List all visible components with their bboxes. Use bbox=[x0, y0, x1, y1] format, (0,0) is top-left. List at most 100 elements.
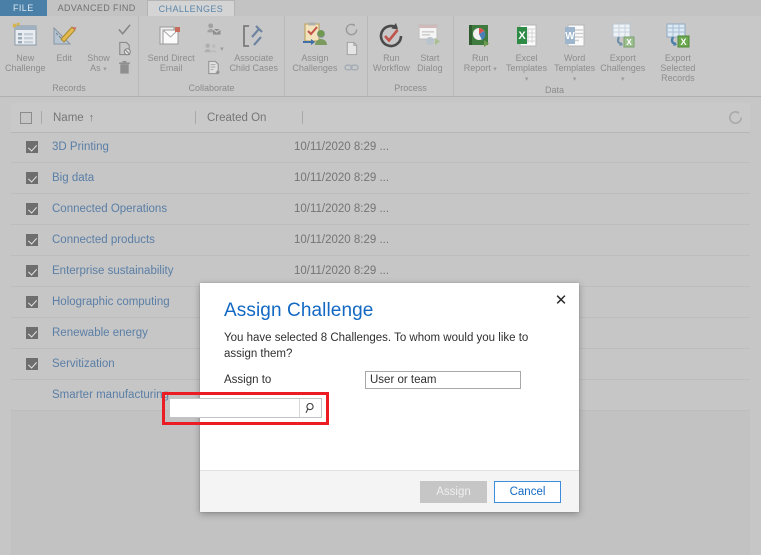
lookup-highlight-annotation bbox=[162, 392, 329, 425]
ribbon-tab-bar: FILE ADVANCED FIND CHALLENGES bbox=[0, 0, 761, 16]
ribbon-button-label: Send Direct Email bbox=[147, 53, 195, 73]
ribbon-button-edit[interactable]: Edit bbox=[47, 19, 82, 63]
link-icon[interactable] bbox=[344, 60, 360, 75]
share-people-icon[interactable] bbox=[203, 41, 218, 56]
export-selected-records-icon: X bbox=[666, 23, 690, 48]
tab-advanced-find[interactable]: ADVANCED FIND bbox=[46, 0, 147, 16]
ribbon-button-label: Start Dialog bbox=[417, 53, 443, 73]
svg-text:X: X bbox=[518, 30, 526, 42]
row-checkbox[interactable] bbox=[11, 358, 52, 370]
refresh-circle-icon[interactable] bbox=[344, 22, 359, 37]
row-created-on: 10/11/2020 8:29 ... bbox=[294, 265, 390, 277]
ribbon-button-show-as[interactable]: Show As ▾ bbox=[82, 19, 116, 75]
document-icon[interactable] bbox=[344, 41, 359, 56]
new-record-icon bbox=[12, 22, 37, 46]
start-dialog-icon bbox=[418, 24, 440, 45]
records-small-commands bbox=[115, 19, 134, 75]
ribbon-button-send-direct-email[interactable]: Send Direct Email bbox=[143, 19, 199, 73]
ribbon-button-assign-challenges[interactable]: Assign Challenges bbox=[289, 19, 341, 73]
checkbox-glyph bbox=[25, 141, 38, 153]
table-row[interactable]: 3D Printing 10/11/2020 8:29 ... bbox=[11, 132, 750, 163]
row-name-link[interactable]: Connected products bbox=[52, 234, 294, 246]
ribbon-button-export-challenges[interactable]: X Export Challenges ▾ bbox=[599, 19, 647, 85]
ribbon-button-label: Run Workflow bbox=[373, 53, 410, 73]
row-checkbox[interactable] bbox=[11, 265, 52, 277]
ribbon-button-label: Excel Templates ▾ bbox=[506, 53, 548, 83]
ribbon-button-start-dialog[interactable]: Start Dialog bbox=[411, 19, 449, 73]
row-name-link[interactable]: Enterprise sustainability bbox=[52, 265, 294, 277]
select-all-checkbox[interactable] bbox=[11, 103, 41, 132]
send-direct-email-icon bbox=[159, 26, 181, 45]
chevron-down-icon[interactable]: ▾ bbox=[621, 76, 625, 83]
row-checkbox[interactable] bbox=[11, 389, 52, 401]
grid-column-name[interactable]: Name ↑ bbox=[42, 103, 195, 132]
row-name-link[interactable]: 3D Printing bbox=[52, 141, 294, 153]
ribbon-group-collaborate: Send Direct Email ▾ Associate Child Case… bbox=[139, 16, 285, 96]
assign-challenges-icon bbox=[302, 22, 327, 45]
assign-button[interactable]: Assign bbox=[420, 480, 487, 503]
checkbox-glyph bbox=[20, 111, 32, 124]
row-name-link[interactable]: Connected Operations bbox=[52, 203, 294, 215]
ribbon-button-label: Run Report ▾ bbox=[463, 53, 497, 73]
row-created-on: 10/11/2020 8:29 ... bbox=[294, 234, 390, 246]
row-checkbox[interactable] bbox=[11, 327, 52, 339]
ribbon-group-label: Process bbox=[394, 83, 427, 93]
row-created-on: 10/11/2020 8:29 ... bbox=[294, 203, 390, 215]
ribbon-button-export-selected-records[interactable]: X Export Selected Records bbox=[647, 19, 709, 83]
ribbon-group-label: Collaborate bbox=[188, 83, 235, 93]
row-checkbox[interactable] bbox=[11, 141, 52, 153]
ribbon-button-label: Word Templates ▾ bbox=[554, 53, 596, 83]
assign-person-mail-icon[interactable] bbox=[206, 22, 221, 37]
ribbon-button-run-report[interactable]: Run Report ▾ bbox=[458, 19, 503, 75]
ribbon-button-label: New Challenge bbox=[5, 53, 46, 73]
edit-pencil-ruler-icon bbox=[53, 26, 77, 45]
grid-column-created-on[interactable]: Created On bbox=[196, 103, 302, 132]
row-created-on: 10/11/2020 8:29 ... bbox=[294, 172, 390, 184]
ribbon-button-label: Show As ▾ bbox=[87, 53, 110, 73]
ribbon-group-records: New Challenge Edit Show As ▾ Records bbox=[0, 16, 139, 96]
chevron-down-icon: ▾ bbox=[103, 66, 107, 73]
assign-to-select[interactable]: User or team bbox=[365, 371, 521, 389]
excel-template-icon: X bbox=[516, 24, 537, 47]
row-checkbox[interactable] bbox=[11, 296, 52, 308]
ribbon-button-label: Edit bbox=[56, 53, 72, 63]
application-window: user ora FILE ADVANCED FIND CHALLENGES bbox=[0, 0, 761, 555]
table-row[interactable]: Connected Operations 10/11/2020 8:29 ... bbox=[11, 194, 750, 225]
assign-to-row: Assign to User or team bbox=[224, 371, 521, 389]
ribbon-button-run-workflow[interactable]: Run Workflow bbox=[372, 19, 411, 73]
check-icon[interactable] bbox=[117, 22, 132, 37]
ribbon-group-assign: Assign Challenges bbox=[285, 16, 368, 96]
row-name-link[interactable]: Big data bbox=[52, 172, 294, 184]
add-note-icon[interactable] bbox=[206, 60, 221, 75]
sort-ascending-icon: ↑ bbox=[88, 111, 95, 124]
tab-file[interactable]: FILE bbox=[0, 0, 47, 16]
ribbon-button-new-challenge[interactable]: New Challenge bbox=[4, 19, 47, 73]
ribbon-button-excel-templates[interactable]: X Excel Templates ▾ bbox=[503, 19, 551, 85]
ribbon-group-process: Run Workflow Start Dialog Process bbox=[368, 16, 454, 96]
chevron-down-icon[interactable]: ▾ bbox=[525, 76, 529, 83]
row-checkbox[interactable] bbox=[11, 234, 52, 246]
ribbon-group-label: Records bbox=[52, 83, 86, 93]
deactivate-document-icon[interactable] bbox=[117, 41, 132, 56]
chevron-down-icon[interactable]: ▾ bbox=[220, 45, 224, 53]
ribbon-button-associate-child-cases[interactable]: Associate Child Cases bbox=[227, 19, 280, 73]
ribbon-button-word-templates[interactable]: W Word Templates ▾ bbox=[551, 19, 599, 85]
close-icon[interactable]: ✕ bbox=[552, 291, 570, 309]
table-row[interactable]: Connected products 10/11/2020 8:29 ... bbox=[11, 225, 750, 256]
tab-bar-filler bbox=[235, 0, 761, 16]
header-divider bbox=[302, 103, 303, 132]
checkbox-glyph bbox=[25, 234, 38, 246]
tab-challenges[interactable]: CHALLENGES bbox=[146, 0, 236, 16]
cancel-button[interactable]: Cancel bbox=[494, 480, 561, 503]
checkbox-glyph bbox=[25, 358, 38, 370]
delete-trash-icon[interactable] bbox=[117, 60, 132, 75]
row-created-on: 10/11/2020 8:29 ... bbox=[294, 141, 390, 153]
chevron-down-icon[interactable]: ▾ bbox=[573, 76, 577, 83]
row-checkbox[interactable] bbox=[11, 203, 52, 215]
svg-text:X: X bbox=[626, 38, 632, 47]
run-report-icon bbox=[469, 25, 490, 47]
table-row[interactable]: Big data 10/11/2020 8:29 ... bbox=[11, 163, 750, 194]
row-checkbox[interactable] bbox=[11, 172, 52, 184]
chevron-down-icon[interactable]: ▾ bbox=[493, 66, 497, 73]
refresh-icon[interactable] bbox=[727, 109, 744, 126]
